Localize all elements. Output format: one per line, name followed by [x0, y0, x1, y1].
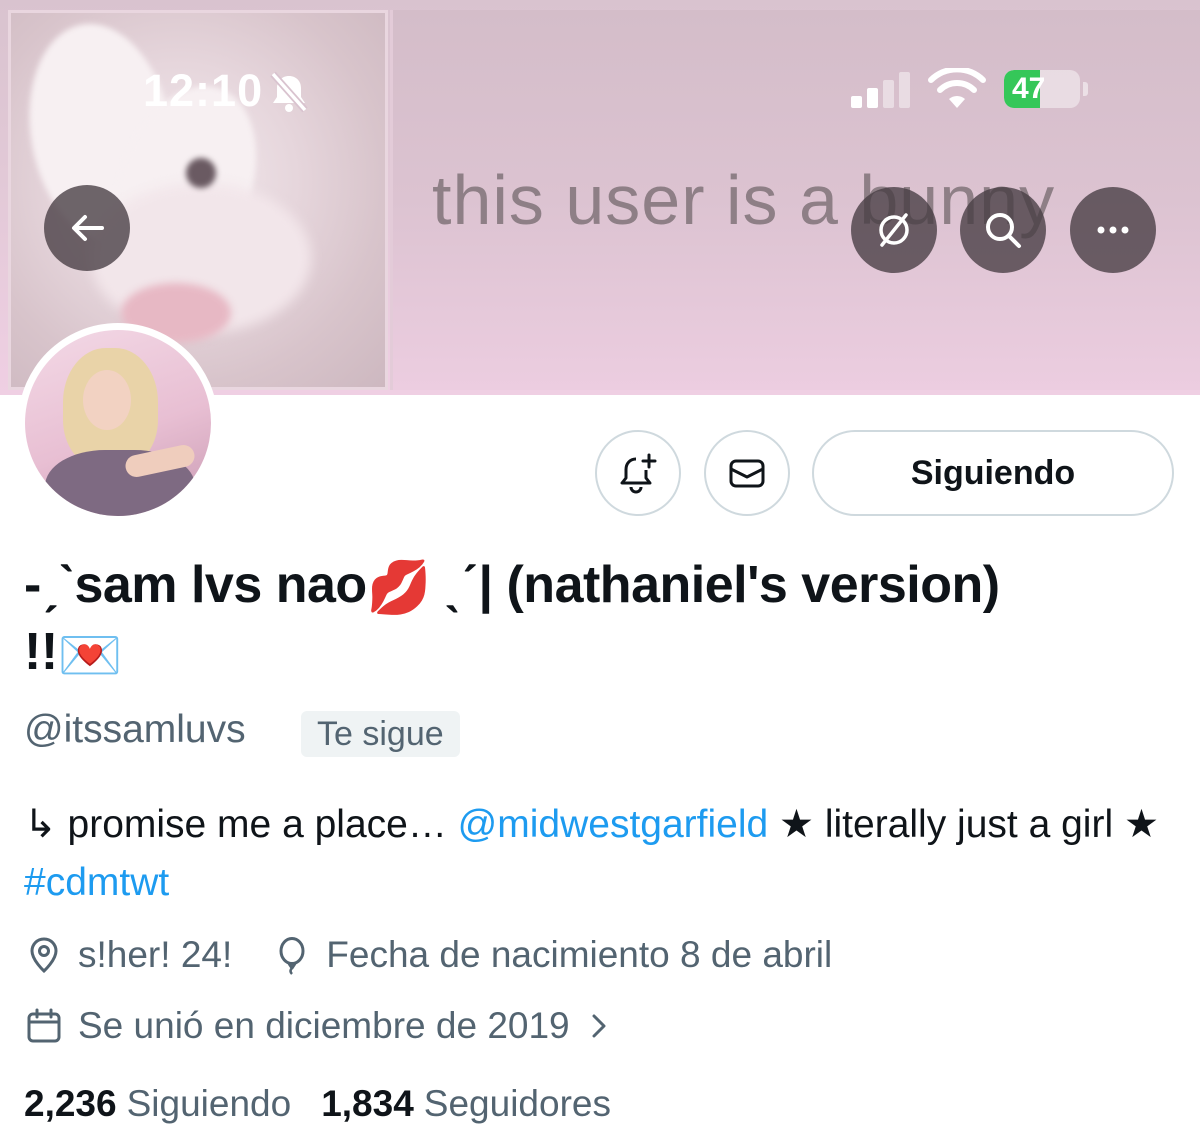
bell-plus-icon: [620, 453, 657, 494]
birthday-item: Fecha de nacimiento 8 de abril: [272, 934, 832, 976]
balloon-icon: [279, 937, 305, 975]
follow-stats: 2,236 Siguiendo 1,834 Seguidores: [24, 1083, 611, 1125]
display-name: -ˏˋsam lvs nao💋 ˎˊ| (nathaniel's version…: [24, 553, 1024, 688]
calendar-icon: [27, 1008, 61, 1043]
bio: ↳ promise me a place… @midwestgarfield ★…: [24, 796, 1184, 912]
following-count-link[interactable]: 2,236 Siguiendo: [24, 1083, 291, 1125]
back-button[interactable]: [44, 185, 130, 271]
wifi-icon: [928, 68, 986, 108]
following-label: Siguiendo: [126, 1083, 292, 1124]
more-icon: [1097, 226, 1129, 234]
avatar[interactable]: [18, 323, 218, 523]
search-icon: [986, 213, 1021, 248]
bio-mention-link[interactable]: @midwestgarfield: [458, 803, 769, 846]
arrow-left-icon: [72, 215, 104, 241]
cellular-signal-icon: [851, 72, 910, 108]
avatar-image: [25, 330, 211, 516]
bio-text-start: ↳ promise me a place…: [24, 803, 458, 846]
location-item: s!her! 24!: [24, 934, 232, 976]
kiss-mark-emoji: 💋: [366, 559, 432, 618]
love-letter-emoji: 💌: [57, 626, 123, 685]
search-button[interactable]: [960, 187, 1046, 273]
grok-button[interactable]: [851, 187, 937, 273]
notify-button[interactable]: [595, 430, 681, 516]
slash-circle-icon: [879, 213, 909, 247]
message-button[interactable]: [704, 430, 790, 516]
location-pin-icon: [30, 937, 58, 974]
joined-text: Se unió en diciembre de 2019: [78, 1005, 570, 1046]
meta-row-location-birthday: s!her! 24! Fecha de nacimiento 8 de abri…: [24, 934, 832, 976]
envelope-icon: [729, 459, 765, 488]
status-time: 12:10: [143, 65, 264, 116]
followers-label: Seguidores: [423, 1083, 611, 1124]
birthday-text: Fecha de nacimiento 8 de abril: [326, 934, 833, 975]
bio-hashtag-link[interactable]: #cdmtwt: [24, 861, 169, 904]
user-handle: @itssamluvs: [24, 708, 246, 751]
joined-row[interactable]: Se unió en diciembre de 2019: [24, 1005, 612, 1047]
location-text: s!her! 24!: [78, 934, 233, 975]
bell-slash-icon: [270, 71, 308, 113]
following-button[interactable]: Siguiendo: [812, 430, 1174, 516]
follows-you-badge: Te sigue: [301, 711, 460, 757]
chevron-right-icon: [592, 1014, 606, 1038]
display-name-part-1: -ˏˋsam lvs nao: [24, 556, 367, 614]
following-count: 2,236: [24, 1083, 117, 1124]
bio-text-middle: ★ literally just a girl ★: [768, 803, 1159, 846]
followers-count-link[interactable]: 1,834 Seguidores: [321, 1083, 611, 1125]
battery-percent: 47: [1012, 72, 1046, 105]
more-button[interactable]: [1070, 187, 1156, 273]
battery-indicator: 47: [1004, 70, 1088, 108]
followers-count: 1,834: [321, 1083, 414, 1124]
